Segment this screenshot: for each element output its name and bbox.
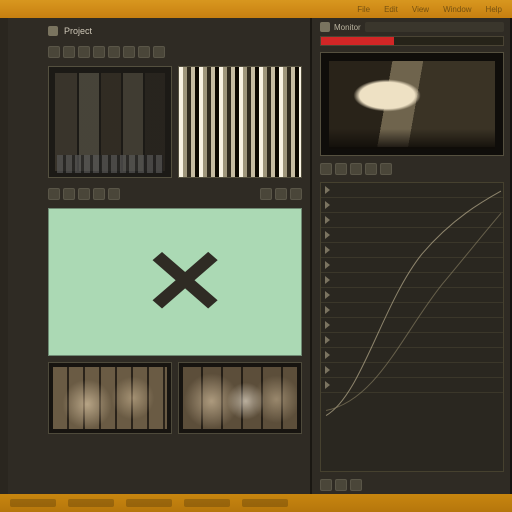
expand-icon xyxy=(325,216,330,224)
property-row[interactable] xyxy=(321,213,503,228)
expand-icon xyxy=(325,381,330,389)
tool-zoom[interactable] xyxy=(93,188,105,200)
status-bar xyxy=(0,494,512,512)
property-row[interactable] xyxy=(321,288,503,303)
header-seg xyxy=(365,22,504,32)
property-row[interactable] xyxy=(321,333,503,348)
property-row[interactable] xyxy=(321,273,503,288)
filmstrip-clip[interactable] xyxy=(48,362,172,434)
program-monitor[interactable] xyxy=(320,52,504,156)
expand-icon xyxy=(325,246,330,254)
filmstrip-row xyxy=(48,362,302,434)
menu-file[interactable]: File xyxy=(357,5,370,14)
properties-panel xyxy=(320,182,504,472)
property-row[interactable] xyxy=(321,363,503,378)
snap-button[interactable] xyxy=(350,479,362,491)
menu-view[interactable]: View xyxy=(412,5,429,14)
property-row[interactable] xyxy=(321,303,503,318)
tool-marker[interactable] xyxy=(260,188,272,200)
tool-select[interactable] xyxy=(48,188,60,200)
status-seg xyxy=(242,499,288,507)
expand-icon xyxy=(325,306,330,314)
tool-cut[interactable] xyxy=(93,46,105,58)
tool-undo[interactable] xyxy=(138,46,150,58)
property-row[interactable] xyxy=(321,258,503,273)
tool-move[interactable] xyxy=(63,188,75,200)
tool-new[interactable] xyxy=(48,46,60,58)
expand-icon xyxy=(325,291,330,299)
property-row[interactable] xyxy=(321,378,503,393)
bin-thumbnails xyxy=(48,66,302,178)
monitor-title: Monitor xyxy=(334,23,361,32)
status-seg xyxy=(10,499,56,507)
main-toolbar xyxy=(48,44,302,60)
tool-trim[interactable] xyxy=(78,188,90,200)
property-row[interactable] xyxy=(321,318,503,333)
property-row[interactable] xyxy=(321,228,503,243)
keyframe-button[interactable] xyxy=(320,479,332,491)
left-column: Project ✕ xyxy=(8,18,310,494)
menu-window[interactable]: Window xyxy=(443,5,471,14)
menu-help[interactable]: Help xyxy=(486,5,502,14)
tool-copy[interactable] xyxy=(108,46,120,58)
status-seg xyxy=(126,499,172,507)
expand-icon xyxy=(325,231,330,239)
loop-button[interactable] xyxy=(380,163,392,175)
tool-split[interactable] xyxy=(275,188,287,200)
expand-icon xyxy=(325,321,330,329)
tool-hand[interactable] xyxy=(108,188,120,200)
expand-icon xyxy=(325,261,330,269)
property-row[interactable] xyxy=(321,348,503,363)
timeline-controls xyxy=(320,476,504,494)
render-progress-bar xyxy=(321,37,394,45)
clip-thumbnail[interactable] xyxy=(178,66,302,178)
project-panel-header: Project xyxy=(48,24,302,38)
clip-thumbnail[interactable] xyxy=(48,66,172,178)
prev-frame-button[interactable] xyxy=(350,163,362,175)
panel-icon xyxy=(48,26,58,36)
graph-button[interactable] xyxy=(335,479,347,491)
property-row[interactable] xyxy=(321,183,503,198)
workspace: Project ✕ xyxy=(0,18,512,494)
filmstrip-clip[interactable] xyxy=(178,362,302,434)
expand-icon xyxy=(325,186,330,194)
status-seg xyxy=(184,499,230,507)
property-row[interactable] xyxy=(321,243,503,258)
project-panel-title: Project xyxy=(64,26,302,36)
expand-icon xyxy=(325,201,330,209)
next-frame-button[interactable] xyxy=(365,163,377,175)
monitor-controls xyxy=(320,160,504,178)
property-row[interactable] xyxy=(321,198,503,213)
expand-icon xyxy=(325,276,330,284)
menu-edit[interactable]: Edit xyxy=(384,5,398,14)
tool-save[interactable] xyxy=(78,46,90,58)
tool-link[interactable] xyxy=(290,188,302,200)
play-button[interactable] xyxy=(320,163,332,175)
monitor-icon xyxy=(320,22,330,32)
expand-icon xyxy=(325,336,330,344)
status-seg xyxy=(68,499,114,507)
tool-paste[interactable] xyxy=(123,46,135,58)
tool-open[interactable] xyxy=(63,46,75,58)
source-preview[interactable]: ✕ xyxy=(48,208,302,356)
render-progress[interactable] xyxy=(320,36,504,46)
tool-redo[interactable] xyxy=(153,46,165,58)
title-bar: File Edit View Window Help xyxy=(0,0,512,18)
placeholder-logo-icon: ✕ xyxy=(142,230,208,335)
right-column: Monitor xyxy=(310,18,510,494)
preview-toolbar xyxy=(48,184,302,202)
stop-button[interactable] xyxy=(335,163,347,175)
expand-icon xyxy=(325,351,330,359)
monitor-header: Monitor xyxy=(320,22,504,32)
expand-icon xyxy=(325,366,330,374)
